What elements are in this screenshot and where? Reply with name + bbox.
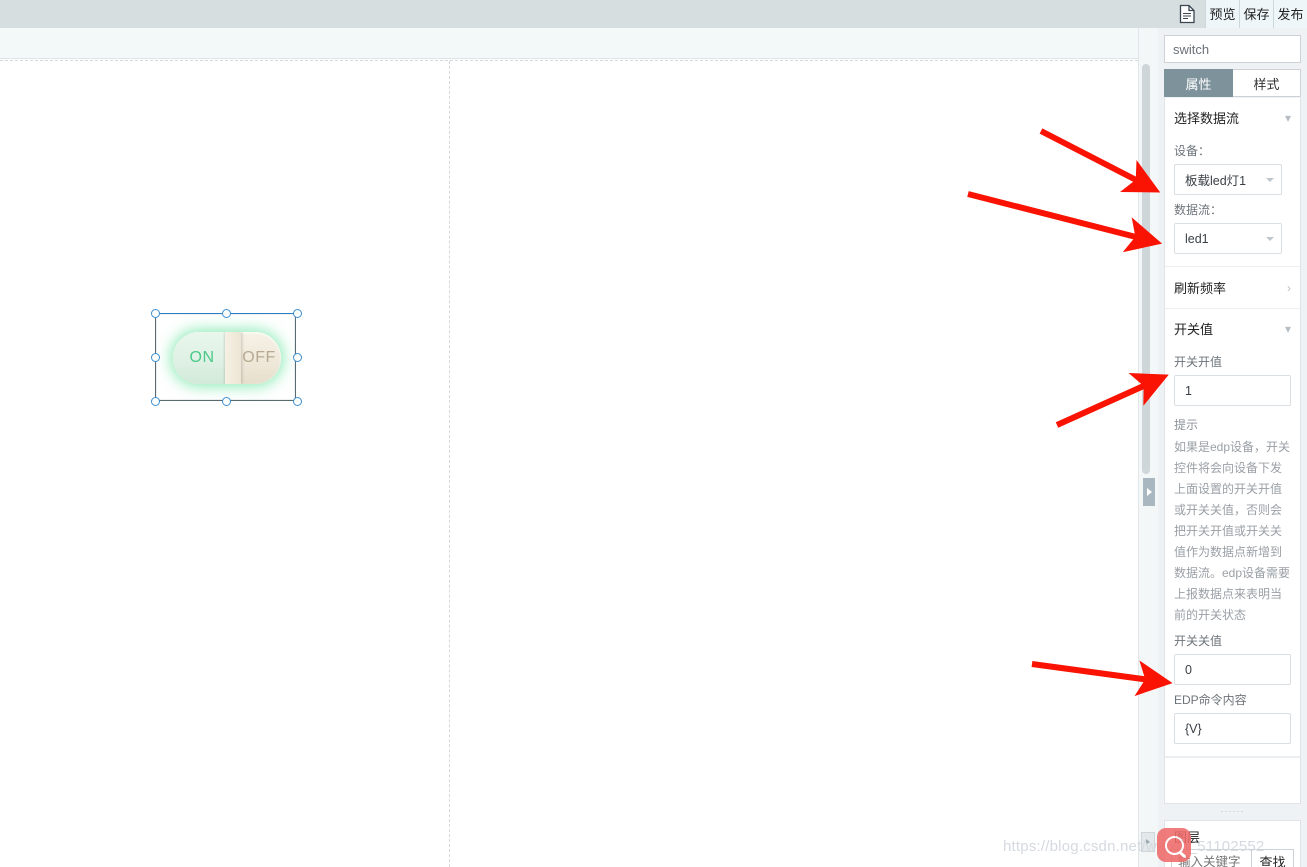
switch-on-value-input[interactable] [1174, 375, 1291, 406]
chevron-down-icon [1266, 236, 1274, 241]
layers-panel: 图层 查找 switch [1164, 820, 1301, 867]
tip-label: 提示 [1174, 418, 1199, 432]
component-name-input[interactable] [1164, 35, 1301, 63]
section-switch-value-title: 开关值 [1174, 322, 1214, 337]
canvas-scrollbar-thumb[interactable] [1142, 64, 1150, 474]
section-refresh-rate-title: 刷新频率 [1174, 281, 1227, 296]
switch-widget-selection[interactable]: ON OFF [151, 309, 302, 406]
layers-find-button[interactable]: 查找 [1251, 850, 1293, 867]
section-switch-value-header[interactable]: 开关值 ▾ [1165, 309, 1300, 347]
panel-collapse-button[interactable] [1143, 478, 1155, 506]
edp-command-input[interactable] [1174, 713, 1291, 744]
switch-off-value-label: 开关关值 [1174, 634, 1223, 648]
resize-handle-top-left[interactable] [151, 309, 160, 318]
device-label: 设备： [1174, 144, 1211, 158]
stream-select[interactable]: led1 [1174, 223, 1282, 254]
resize-handle-bottom-center[interactable] [222, 397, 231, 406]
chevron-down-icon [1266, 177, 1274, 182]
section-refresh-rate: 刷新频率 › [1165, 267, 1300, 309]
switch-on-value-label: 开关开值 [1174, 355, 1223, 369]
app-root: 预览 保存 发布 ON OFF switch 属性 样式 选择数据流 ▾ 设备：… [0, 0, 1307, 867]
panel-search-wrap [1158, 28, 1307, 69]
chevron-down-icon[interactable]: ▾ [1285, 323, 1291, 335]
layers-search-input[interactable] [1172, 850, 1251, 867]
section-datastream-header[interactable]: 选择数据流 ▾ [1165, 98, 1300, 136]
switch-widget[interactable]: ON OFF [173, 332, 281, 384]
chevron-right-icon [1146, 488, 1152, 496]
edp-command-label: EDP命令内容 [1174, 693, 1247, 707]
chevron-down-icon[interactable]: ▾ [1285, 112, 1291, 124]
preview-button[interactable]: 预览 [1205, 0, 1239, 28]
properties-panel: 属性 样式 选择数据流 ▾ 设备： 板载led灯1 数据流： [1158, 28, 1307, 867]
chevron-right-icon: › [1287, 280, 1291, 295]
publish-button[interactable]: 发布 [1273, 0, 1307, 28]
tab-properties[interactable]: 属性 [1164, 69, 1233, 97]
section-datastream-title: 选择数据流 [1174, 111, 1240, 126]
resize-handle-bottom-left[interactable] [151, 397, 160, 406]
stream-select-value: led1 [1185, 231, 1209, 246]
layers-search-row: 查找 [1171, 849, 1294, 867]
guide-line-horizontal [0, 60, 1148, 61]
section-datastream: 选择数据流 ▾ 设备： 板载led灯1 数据流： led1 [1165, 98, 1300, 267]
resize-handle-middle-right[interactable] [293, 353, 302, 362]
section-datastream-body: 设备： 板载led灯1 数据流： led1 [1165, 142, 1300, 266]
resize-handle-top-right[interactable] [293, 309, 302, 318]
panel-blank-area [1165, 757, 1300, 791]
tip-text: 如果是edp设备，开关控件将会向设备下发上面设置的开关开值或开关关值，否则会把开… [1174, 440, 1291, 622]
panel-expand-handle[interactable] [1141, 832, 1155, 852]
resizer-dots: ······ [1220, 806, 1245, 816]
switch-knob[interactable] [225, 332, 241, 384]
guide-line-vertical [449, 60, 450, 867]
tab-styles[interactable]: 样式 [1233, 69, 1301, 97]
section-switch-value-body: 开关开值 提示 如果是edp设备，开关控件将会向设备下发上面设置的开关开值或开关… [1165, 353, 1300, 756]
chevron-right-small-icon [1146, 839, 1150, 845]
save-button[interactable]: 保存 [1239, 0, 1273, 28]
panel-tabs: 属性 样式 [1164, 69, 1301, 97]
stream-label: 数据流： [1174, 203, 1223, 217]
resize-handle-middle-left[interactable] [151, 353, 160, 362]
top-bar: 预览 保存 发布 [0, 0, 1307, 28]
device-select[interactable]: 板载led灯1 [1174, 164, 1282, 195]
device-select-value: 板载led灯1 [1185, 174, 1247, 188]
toolbar-band [0, 28, 1148, 59]
switch-off-value-input[interactable] [1174, 654, 1291, 685]
top-bar-actions: 预览 保存 发布 [1169, 0, 1307, 28]
design-canvas[interactable]: ON OFF [0, 60, 1148, 867]
switch-on-label: ON [189, 349, 215, 366]
panel-content: 选择数据流 ▾ 设备： 板载led灯1 数据流： led1 刷新频率 › 开关值… [1164, 98, 1301, 804]
panel-resizer[interactable]: ······ [1164, 806, 1301, 816]
document-icon[interactable] [1169, 0, 1205, 28]
layers-title: 图层 [1174, 830, 1201, 845]
resize-handle-top-center[interactable] [222, 309, 231, 318]
switch-off-label: OFF [242, 349, 276, 366]
section-refresh-rate-header[interactable]: 刷新频率 › [1165, 267, 1300, 308]
section-switch-value: 开关值 ▾ 开关开值 提示 如果是edp设备，开关控件将会向设备下发上面设置的开… [1165, 309, 1300, 757]
resize-handle-bottom-right[interactable] [293, 397, 302, 406]
